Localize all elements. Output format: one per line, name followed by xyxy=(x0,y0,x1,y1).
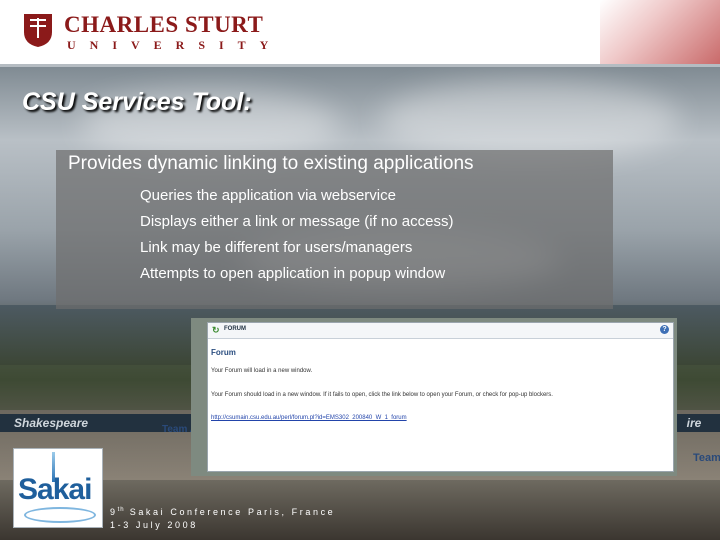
slide-title: CSU Services Tool: xyxy=(22,88,252,116)
footer-ordinal-suffix: th xyxy=(117,507,125,513)
footer-ordinal: 9 xyxy=(110,507,118,517)
screenshot-bar-title: FORUM xyxy=(224,326,246,332)
footer-dates: 1-3 July 2008 xyxy=(110,520,198,530)
university-subname: UNIVERSITY xyxy=(67,38,283,52)
background-team-label: Team xyxy=(693,452,720,464)
cloud xyxy=(380,80,680,160)
sub-bullet: Attempts to open application in popup wi… xyxy=(140,265,446,282)
main-bullet: Provides dynamic linking to existing app… xyxy=(68,153,474,174)
forum-screenshot: ↻ FORUM ? Forum Your Forum will load in … xyxy=(207,322,674,472)
forum-link[interactable]: http://csumain.csu.edu.au/perl/forum.pl?… xyxy=(211,415,407,421)
university-name: CHARLES STURT xyxy=(64,12,264,37)
sub-bullet-list: Queries the application via webservice D… xyxy=(140,186,453,290)
sub-bullet: Queries the application via webservice xyxy=(140,187,396,204)
sub-bullet: Displays either a link or message (if no… xyxy=(140,213,454,230)
header-divider xyxy=(0,64,720,67)
footer-conference: Sakai Conference Paris, France xyxy=(124,507,336,517)
reload-icon: ↻ xyxy=(212,325,220,335)
university-crest-icon xyxy=(24,14,52,47)
ripple-icon xyxy=(24,507,96,523)
screenshot-text: Your Forum should load in a new window. … xyxy=(211,392,553,398)
screenshot-text: Your Forum will load in a new window. xyxy=(211,368,313,374)
sub-bullet: Link may be different for users/managers xyxy=(140,239,413,256)
screenshot-titlebar: ↻ FORUM ? xyxy=(208,323,673,339)
university-header: CHARLES STURT UNIVERSITY xyxy=(0,0,720,64)
sakai-logo-text: Sakai xyxy=(18,473,92,506)
header-corner-art xyxy=(600,0,720,64)
conference-footer: 9th Sakai Conference Paris, France 1-3 J… xyxy=(110,504,335,532)
sakai-logo: Sakai xyxy=(13,448,103,528)
help-icon[interactable]: ? xyxy=(660,325,669,334)
slide: Shakespeare ire Team Aus Team CHARLES ST… xyxy=(0,0,720,540)
screenshot-heading: Forum xyxy=(211,348,236,357)
